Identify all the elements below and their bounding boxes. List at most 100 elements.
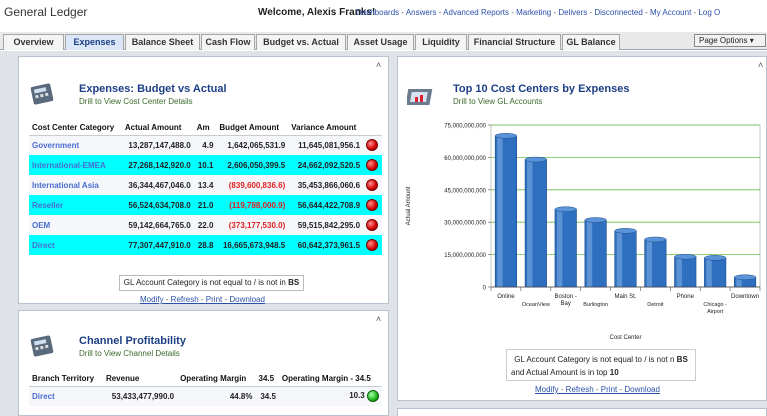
- collapse-icon[interactable]: ˄: [376, 314, 381, 324]
- page-options-dropdown[interactable]: Page Options ▾: [694, 34, 766, 47]
- filter-line-2: and Actual Amount is in top 10: [511, 366, 691, 379]
- y-tick-label: 75,000,000,000: [444, 124, 486, 130]
- table-row: International-EMEA 27,268,142,920.0 10.1…: [29, 155, 382, 175]
- refresh-link[interactable]: Refresh: [566, 385, 594, 394]
- status-green-icon: [367, 390, 379, 403]
- row-budget: 2,606,050,399.5: [216, 155, 289, 175]
- row-budget: (839,600,836.6): [216, 175, 289, 195]
- link-marketing[interactable]: Marketing: [516, 8, 551, 17]
- app-title: General Ledger: [4, 5, 88, 19]
- bar-highlight: [586, 220, 593, 287]
- status-red-icon: [363, 195, 382, 215]
- row-category[interactable]: Government: [29, 135, 122, 155]
- tab-balance-sheet[interactable]: Balance Sheet: [125, 34, 200, 50]
- link-advanced-reports[interactable]: Advanced Reports: [443, 8, 509, 17]
- top-links: Dashboards - Answers - Advanced Reports …: [356, 8, 721, 17]
- budget-panel-drill-link[interactable]: Drill to View Cost Center Details: [79, 97, 193, 106]
- tab-liquidity[interactable]: Liquidity: [415, 34, 467, 50]
- col-header[interactable]: Variance Amount: [288, 120, 364, 136]
- channel-panel-drill-link[interactable]: Drill to View Channel Details: [79, 349, 180, 358]
- x-tick-label: Online: [497, 294, 515, 300]
- col-header[interactable]: Branch Territory: [29, 371, 103, 387]
- dashboard-content: ˄ Expenses: Budget vs Actual Drill to Vi…: [0, 51, 767, 416]
- filter-summary: GL Account Category is not equal to / is…: [119, 275, 304, 291]
- table-row: OEM 59,142,664,765.0 22.0 (373,177,530.0…: [29, 215, 382, 235]
- row-variance: 56,644,422,708.9: [288, 195, 364, 215]
- y-tick-label: 45,000,000,000: [444, 188, 486, 194]
- print-link[interactable]: Print: [601, 385, 617, 394]
- tab-budget-vs-actual[interactable]: Budget vs. Actual: [256, 34, 346, 50]
- bar-cap: [524, 156, 547, 163]
- filter-value-2: 10: [609, 368, 619, 377]
- table-row: Government 13,287,147,488.0 4.9 1,642,06…: [29, 135, 382, 155]
- budget-table: Cost Center Category Actual Amount Am Bu…: [29, 120, 382, 255]
- tab-bar: Overview Expenses Balance Sheet Cash Flo…: [0, 32, 767, 50]
- link-answers[interactable]: Answers: [406, 8, 437, 17]
- x-tick-label: Bay: [561, 301, 571, 307]
- row-category[interactable]: International Asia: [29, 175, 122, 195]
- filter-line-1: GL Account Category is not equal to / is…: [511, 353, 691, 366]
- bar-highlight: [527, 159, 533, 287]
- status-red-icon: [363, 175, 382, 195]
- link-log-out[interactable]: Log O: [698, 8, 720, 17]
- link-disconnected[interactable]: Disconnected: [594, 8, 642, 17]
- col-header-status: [363, 120, 382, 136]
- link-delivers[interactable]: Delivers: [558, 8, 587, 17]
- row-variance: 60,642,373,961.5: [288, 235, 364, 255]
- collapse-icon[interactable]: ˄: [758, 60, 763, 70]
- collapse-icon[interactable]: ˄: [376, 60, 381, 70]
- table-row: Reseller 56,524,634,708.0 21.0 (119,788,…: [29, 195, 382, 215]
- filter-text-2: and Actual Amount is in top: [511, 368, 608, 377]
- status-red-icon: [363, 235, 382, 255]
- modify-link[interactable]: Modify: [535, 385, 559, 394]
- print-link[interactable]: Print: [206, 295, 222, 304]
- refresh-link[interactable]: Refresh: [171, 295, 199, 304]
- link-dashboards[interactable]: Dashboards: [356, 8, 399, 17]
- row-category[interactable]: Direct: [29, 235, 122, 255]
- tab-overview[interactable]: Overview: [3, 34, 64, 50]
- tab-financial-structure[interactable]: Financial Structure: [468, 34, 561, 50]
- bar-cap: [704, 255, 727, 261]
- top-cost-centers-panel: ˄ Top 10 Cost Centers by Expenses Drill …: [397, 56, 767, 401]
- tab-cash-flow[interactable]: Cash Flow: [201, 34, 255, 50]
- row-actual: 13,287,147,488.0: [121, 135, 194, 155]
- y-axis-label: Actual Amount: [406, 186, 412, 225]
- col-header[interactable]: 34.5: [255, 371, 279, 387]
- row-margin-diff-value: 10.3: [349, 391, 365, 401]
- cost-panel-drill-link[interactable]: Drill to View GL Accounts: [453, 97, 542, 106]
- y-tick-label: 0: [483, 286, 487, 292]
- row-category[interactable]: International-EMEA: [29, 155, 122, 175]
- table-header: Branch Territory Revenue Operating Margi…: [29, 371, 382, 387]
- row-territory[interactable]: Direct: [29, 386, 103, 406]
- row-category[interactable]: OEM: [29, 215, 122, 235]
- col-header[interactable]: Budget Amount: [216, 120, 289, 136]
- x-tick-label: Boston -: [555, 294, 577, 300]
- report-actions: Modify - Refresh - Print - Download: [140, 295, 265, 304]
- top-bar: General Ledger Welcome, Alexis Franks! D…: [0, 0, 767, 32]
- col-header[interactable]: Operating Margin - 34.5: [278, 371, 382, 387]
- download-link[interactable]: Download: [229, 295, 265, 304]
- row-am: 10.1: [193, 155, 217, 175]
- row-category[interactable]: Reseller: [29, 195, 122, 215]
- download-link[interactable]: Download: [624, 385, 660, 394]
- tab-asset-usage[interactable]: Asset Usage: [347, 34, 414, 50]
- link-my-account[interactable]: My Account: [650, 8, 691, 17]
- col-header[interactable]: Am: [193, 120, 217, 136]
- col-header[interactable]: Actual Amount: [121, 120, 194, 136]
- tab-expenses[interactable]: Expenses: [65, 34, 124, 50]
- col-header[interactable]: Revenue: [102, 371, 178, 387]
- col-header[interactable]: Operating Margin: [177, 371, 256, 387]
- row-am: 28.8: [193, 235, 217, 255]
- chart-icon: [407, 89, 433, 105]
- col-header[interactable]: Cost Center Category: [29, 120, 122, 136]
- row-am: 13.4: [193, 175, 217, 195]
- tab-gl-balance[interactable]: GL Balance: [562, 34, 620, 50]
- modify-link[interactable]: Modify: [140, 295, 164, 304]
- bar-cap: [614, 228, 637, 234]
- bar-highlight: [616, 230, 623, 287]
- channel-panel-title: Channel Profitability: [79, 335, 186, 347]
- status-red-icon: [363, 155, 382, 175]
- status-red-icon: [363, 135, 382, 155]
- row-budget: (373,177,530.0): [216, 215, 289, 235]
- report-actions: Modify - Refresh - Print - Download: [535, 385, 660, 394]
